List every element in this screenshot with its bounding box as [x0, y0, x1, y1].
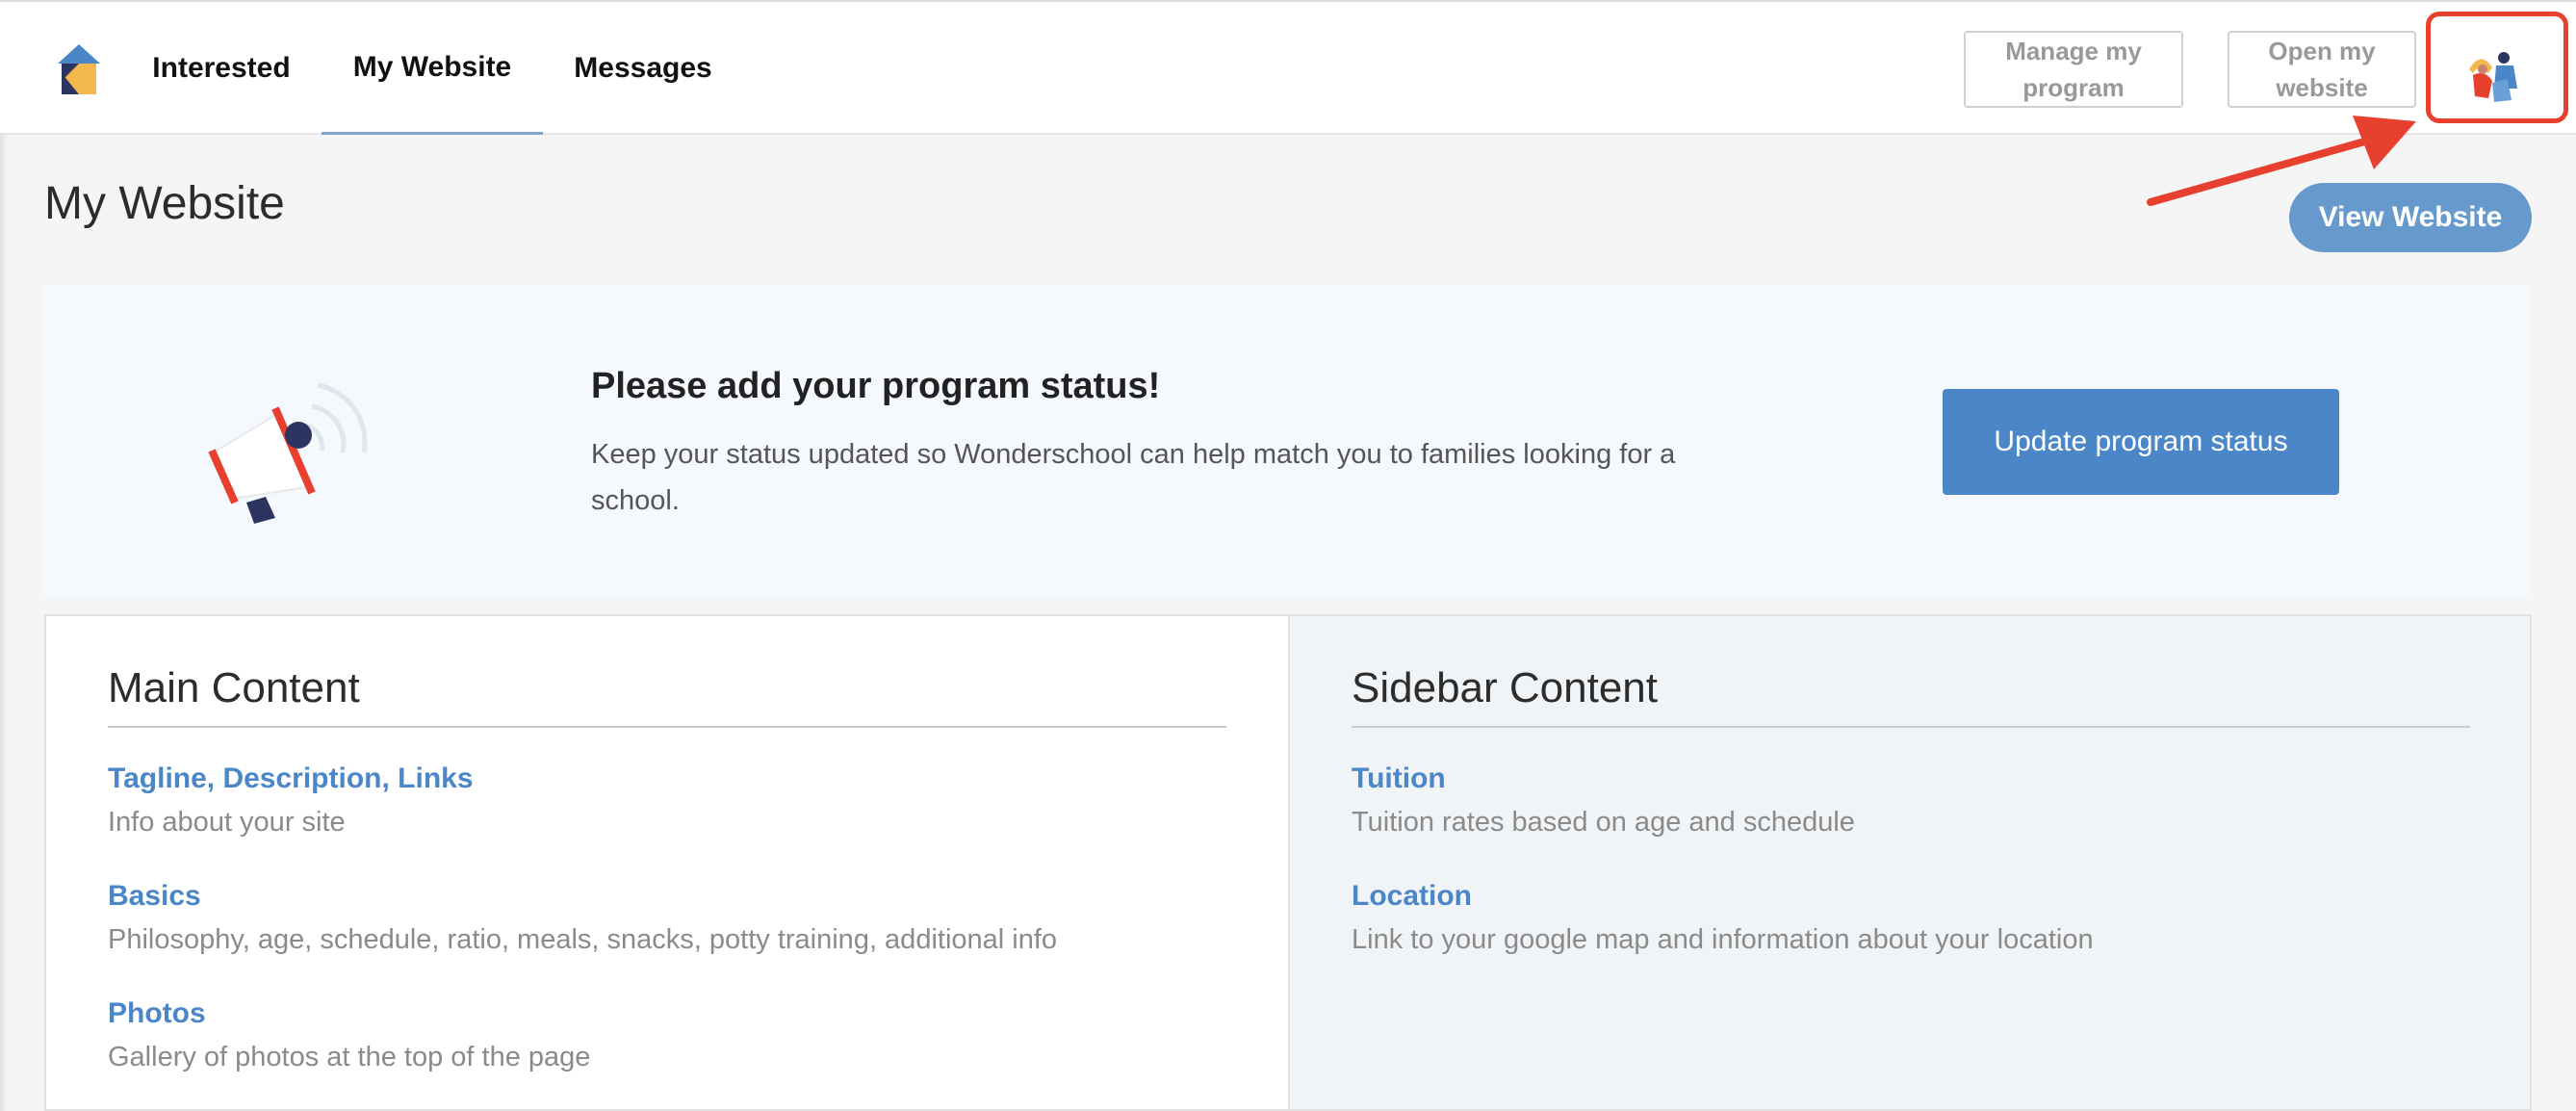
- page-title: My Website: [44, 178, 285, 229]
- sidebar-content-heading: Sidebar Content: [1352, 664, 2470, 728]
- banner-title: Please add your program status!: [591, 366, 1161, 406]
- view-website-button[interactable]: View Website: [2289, 183, 2532, 252]
- tab-my-website[interactable]: My Website: [322, 2, 543, 135]
- banner-text: Keep your status updated so Wonderschool…: [591, 439, 1676, 516]
- basics-desc: Philosophy, age, schedule, ratio, meals,…: [108, 924, 1058, 955]
- tagline-description-links-link[interactable]: Tagline, Description, Links: [108, 762, 474, 795]
- logo-icon[interactable]: [58, 44, 100, 94]
- manage-my-program-button[interactable]: Manage my program: [1964, 31, 2183, 108]
- main-content-heading: Main Content: [108, 664, 1226, 728]
- update-program-status-button[interactable]: Update program status: [1943, 389, 2339, 495]
- left-edge-shadow: [0, 0, 8, 1111]
- open-my-website-button[interactable]: Open my website: [2228, 31, 2416, 108]
- tagline-description-links-desc: Info about your site: [108, 807, 346, 838]
- sidebar-content-panel: Sidebar Content Tuition Tuition rates ba…: [1288, 614, 2532, 1111]
- photos-desc: Gallery of photos at the top of the page: [108, 1042, 591, 1072]
- main-content-panel: Main Content Tagline, Description, Links…: [44, 614, 1290, 1111]
- location-link[interactable]: Location: [1352, 880, 1472, 913]
- tuition-link[interactable]: Tuition: [1352, 762, 1446, 795]
- tab-interested[interactable]: Interested: [144, 2, 298, 135]
- tab-messages[interactable]: Messages: [558, 2, 728, 135]
- location-desc: Link to your google map and information …: [1352, 924, 2094, 955]
- avatar-image[interactable]: [2460, 40, 2527, 108]
- megaphone-icon: [208, 382, 368, 524]
- basics-link[interactable]: Basics: [108, 880, 201, 913]
- tuition-desc: Tuition rates based on age and schedule: [1352, 807, 1855, 838]
- photos-link[interactable]: Photos: [108, 997, 206, 1030]
